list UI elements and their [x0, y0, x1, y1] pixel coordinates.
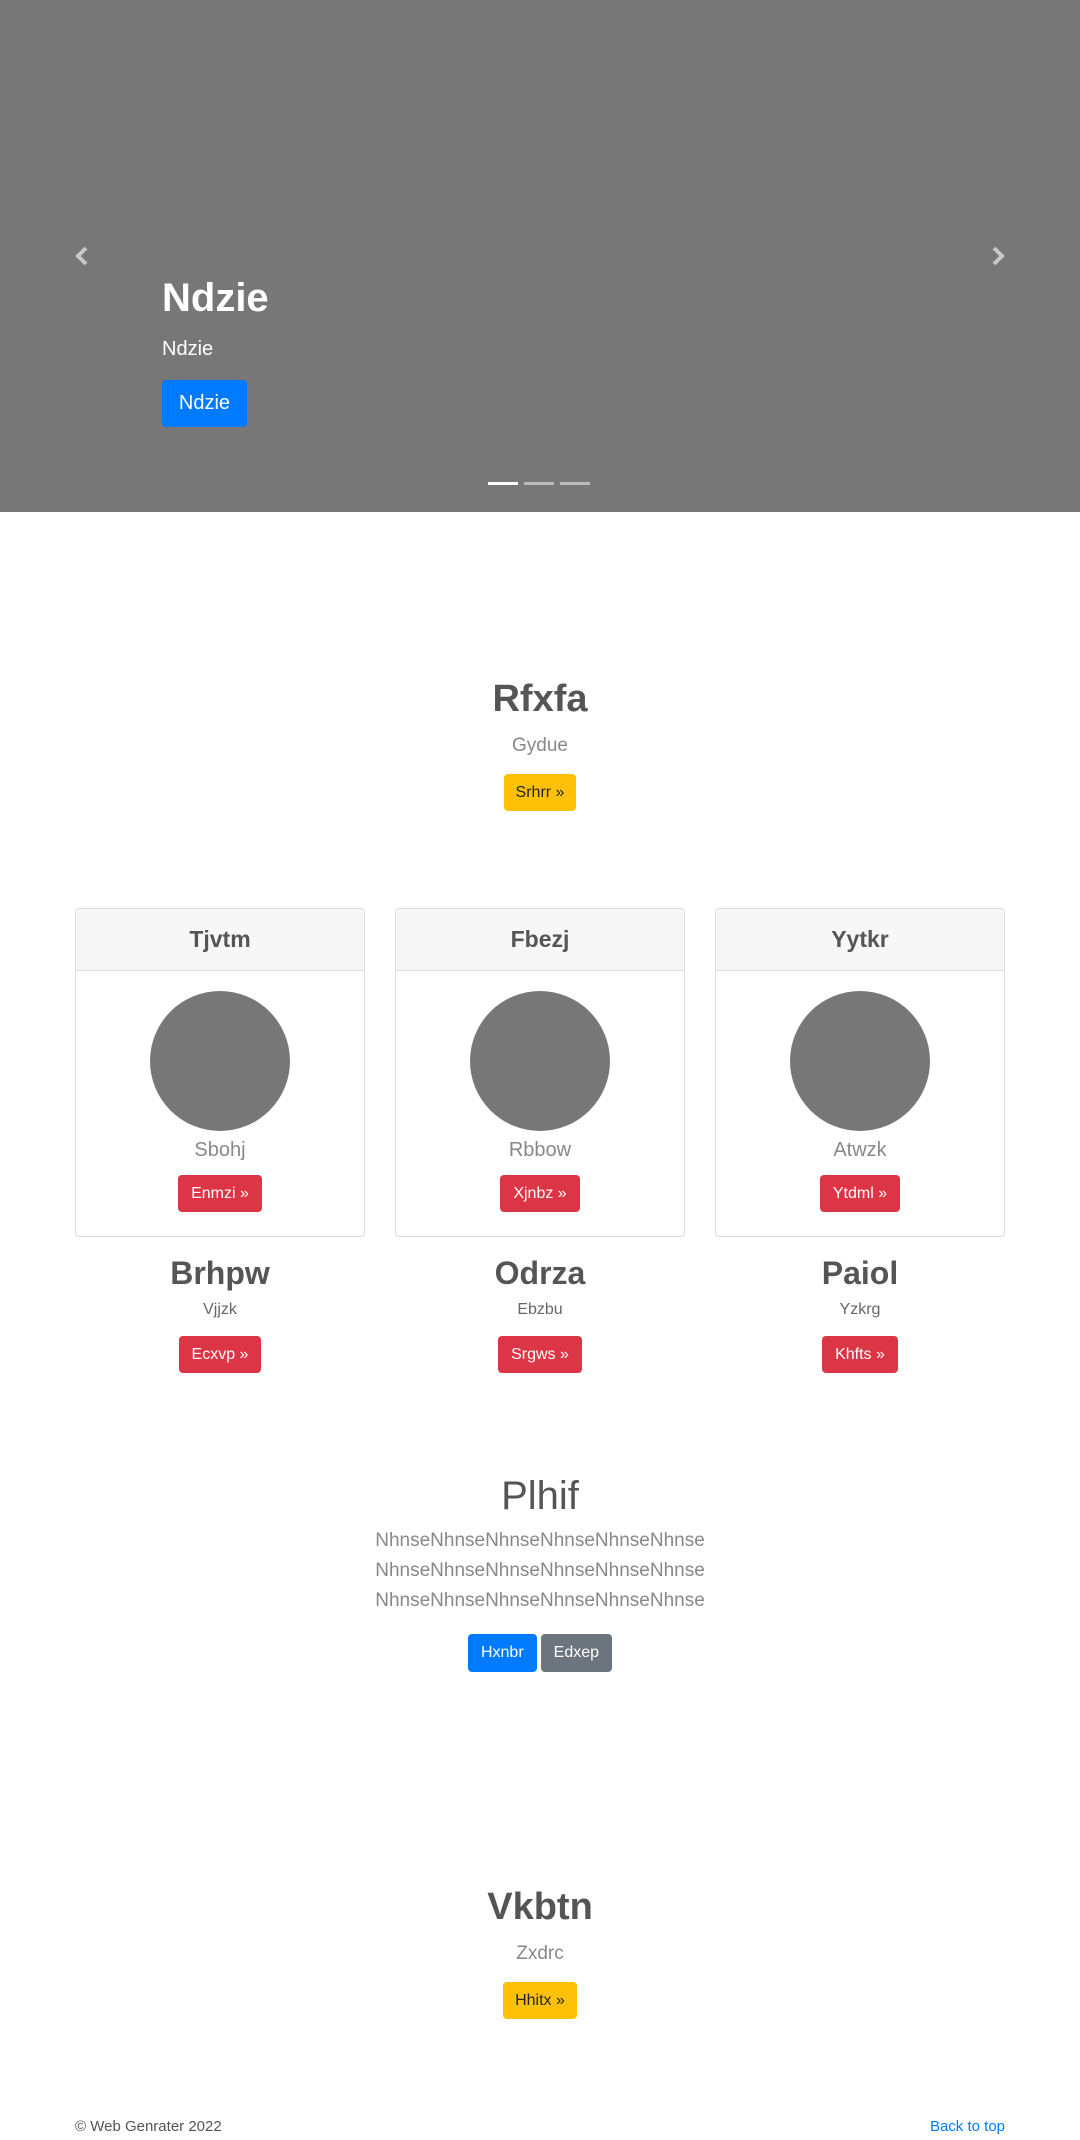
card-header: Yytkr — [716, 909, 1004, 971]
column-2: Odrza Ebzbu Srgws » — [395, 1252, 685, 1373]
card-text: Sbohj — [194, 1139, 246, 1161]
column-title: Paiol — [821, 1255, 899, 1291]
column-button[interactable]: Srgws » — [498, 1336, 582, 1373]
jumbotron: Plhif NhnseNhnseNhnseNhnseNhnseNhnse Nhn… — [0, 1470, 1080, 1672]
column-subtitle: Ebzbu — [517, 1301, 563, 1318]
footer-copyright: © Web Genrater 2022 — [75, 2118, 222, 2135]
chevron-right-icon — [992, 246, 1005, 266]
back-to-top-link[interactable]: Back to top — [930, 2118, 1005, 2135]
card-header: Fbezj — [396, 909, 684, 971]
section-button[interactable]: Hhitx » — [503, 1982, 577, 2019]
jumbotron-secondary-button[interactable]: Edxep — [540, 1634, 613, 1672]
column-1: Brhpw Vjjzk Ecxvp » — [75, 1252, 365, 1373]
section-title: Vkbtn — [487, 1886, 593, 1928]
jumbotron-title: Plhif — [501, 1474, 579, 1518]
card-image-placeholder — [470, 991, 610, 1131]
card-header: Tjvtm — [76, 909, 364, 971]
jumbotron-line-3: NhnseNhnseNhnseNhnseNhnseNhnse — [375, 1590, 705, 1611]
carousel-caption: Ndzie Ndzie Ndzie — [162, 272, 269, 427]
card-image-placeholder — [790, 991, 930, 1131]
card-button[interactable]: Enmzi » — [178, 1175, 262, 1212]
column-title: Odrza — [494, 1255, 586, 1291]
section-subtitle: Gydue — [512, 735, 568, 756]
card-3: Yytkr Atwzk Ytdml » — [715, 908, 1005, 1237]
carousel-title: Ndzie — [162, 276, 269, 320]
column-subtitle: Yzkrg — [839, 1301, 881, 1318]
card-button[interactable]: Ytdml » — [819, 1175, 901, 1212]
jumbotron-line-2: NhnseNhnseNhnseNhnseNhnseNhnse — [375, 1560, 705, 1581]
carousel-prev-button[interactable] — [62, 240, 102, 272]
hero-carousel: Ndzie Ndzie Ndzie — [0, 0, 1080, 512]
column-button[interactable]: Ecxvp » — [178, 1336, 262, 1373]
card-image-placeholder — [150, 991, 290, 1131]
section-button[interactable]: Srhrr » — [503, 774, 577, 811]
column-title: Brhpw — [170, 1255, 270, 1291]
section-title: Rfxfa — [492, 678, 588, 720]
carousel-subtitle: Ndzie — [162, 338, 214, 360]
jumbotron-primary-button[interactable]: Hxnbr — [467, 1634, 537, 1672]
feature-section-1: Rfxfa Gydue Srhrr » — [0, 676, 1080, 811]
carousel-next-button[interactable] — [978, 240, 1018, 272]
card-1: Tjvtm Sbohj Enmzi » — [75, 908, 365, 1237]
section-subtitle: Zxdrc — [516, 1943, 564, 1964]
carousel-indicator-2[interactable] — [524, 482, 554, 485]
carousel-button[interactable]: Ndzie — [162, 380, 247, 427]
carousel-indicator-1[interactable] — [488, 482, 518, 485]
card-text: Rbbow — [508, 1139, 572, 1161]
card-2: Fbezj Rbbow Xjnbz » — [395, 908, 685, 1237]
card-text: Atwzk — [833, 1139, 887, 1161]
carousel-indicators — [488, 482, 590, 485]
jumbotron-line-1: NhnseNhnseNhnseNhnseNhnseNhnse — [375, 1530, 705, 1551]
chevron-left-icon — [75, 246, 88, 266]
card-button[interactable]: Xjnbz » — [500, 1175, 580, 1212]
feature-section-2: Vkbtn Zxdrc Hhitx » — [0, 1884, 1080, 2019]
column-3: Paiol Yzkrg Khfts » — [715, 1252, 1005, 1373]
carousel-indicator-3[interactable] — [560, 482, 590, 485]
column-button[interactable]: Khfts » — [822, 1336, 898, 1373]
column-subtitle: Vjjzk — [203, 1301, 237, 1318]
